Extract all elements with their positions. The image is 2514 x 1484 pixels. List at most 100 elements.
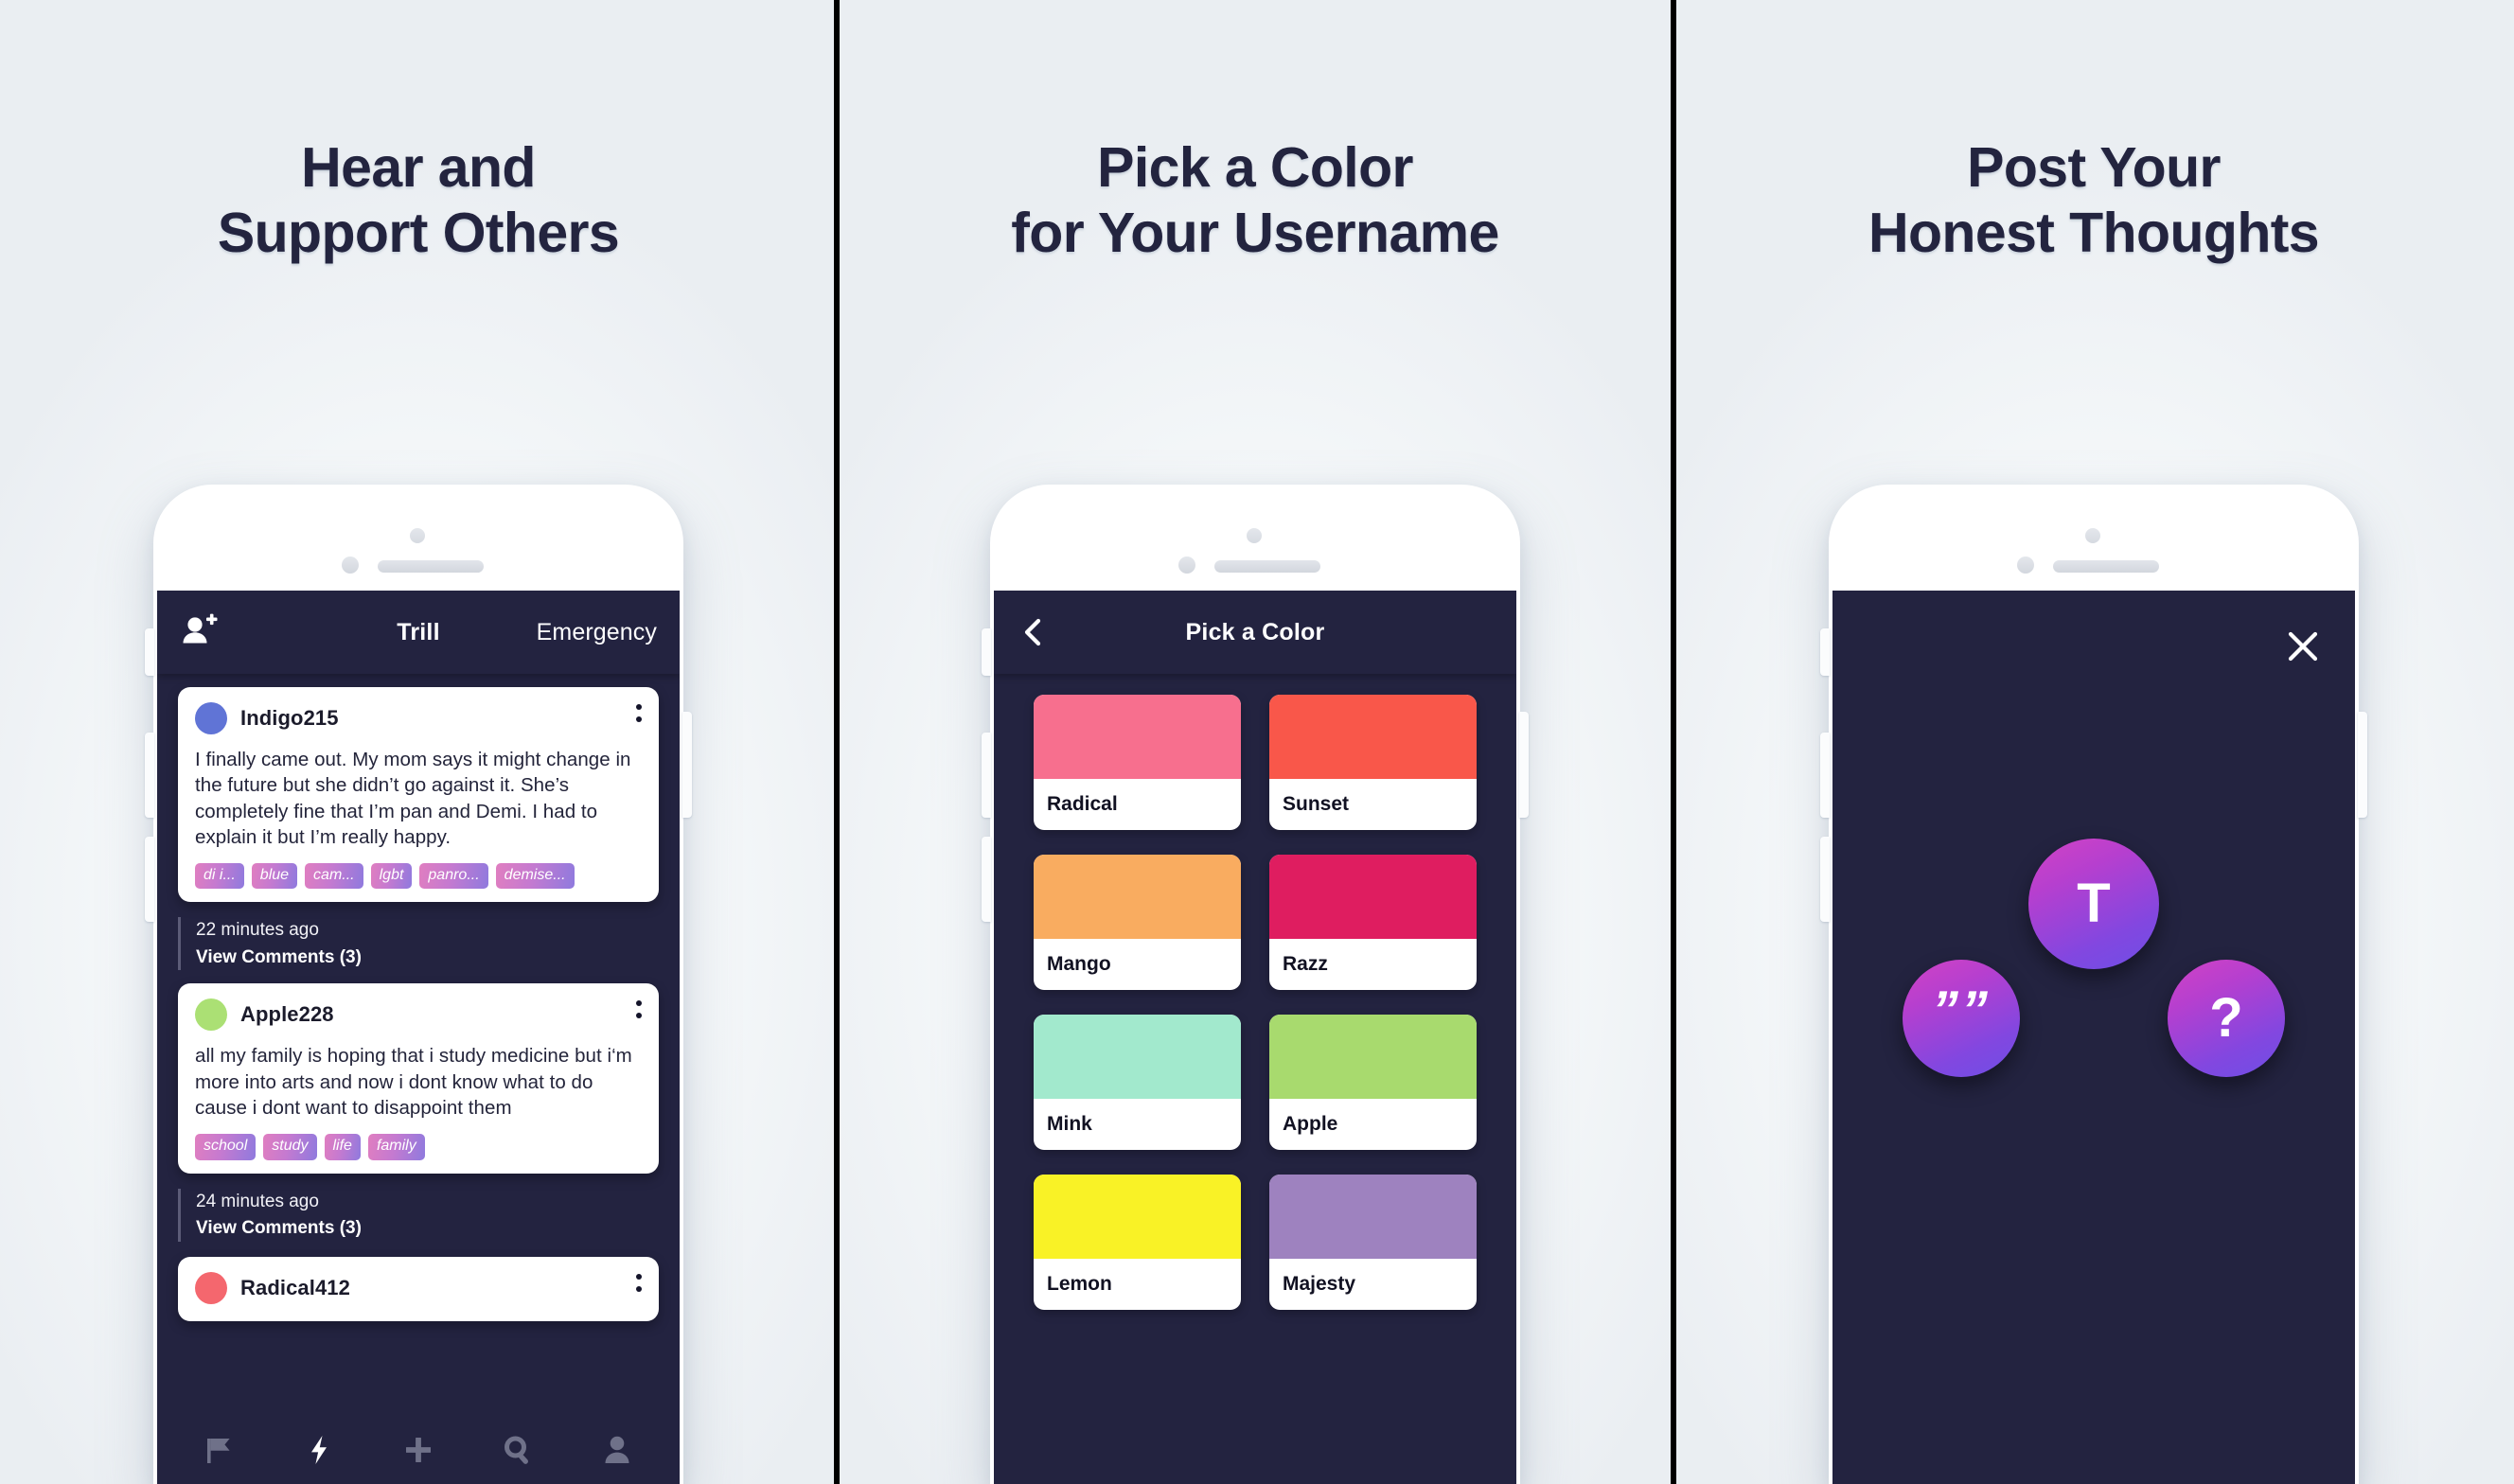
view-comments-link[interactable]: View Comments (3) (196, 945, 680, 971)
post-card[interactable]: Radical412 (178, 1256, 659, 1321)
panel-post-thoughts: Post Your Honest Thoughts T ”” ? (1673, 0, 2514, 1484)
volume-down-button[interactable] (145, 837, 154, 922)
post-username: Apple228 (240, 1002, 334, 1027)
person-add-icon[interactable] (180, 612, 220, 652)
quote-post-glyph: ”” (1932, 980, 1991, 1039)
text-post-button[interactable]: T (2028, 839, 2159, 969)
volume-up-button[interactable] (1820, 733, 1830, 818)
post-more-options-icon[interactable] (636, 1273, 642, 1292)
color-swatch[interactable]: Majesty (1269, 1175, 1477, 1310)
search-icon[interactable] (499, 1431, 537, 1469)
post-card[interactable]: Apple228 all my family is hoping that i … (178, 983, 659, 1174)
swatch-label: Apple (1283, 1113, 1338, 1135)
flag-icon[interactable] (201, 1431, 239, 1469)
promo-panels: Hear and Support Others Trill Emergency … (0, 0, 2514, 1484)
quote-post-button[interactable]: ”” (1903, 960, 2020, 1077)
post-tag[interactable]: school (195, 1134, 257, 1160)
avatar (195, 702, 227, 734)
color-picker-header: Pick a Color (994, 591, 1516, 674)
post-timestamp: 22 minutes ago (196, 920, 319, 941)
view-comments-link[interactable]: View Comments (3) (196, 1215, 680, 1242)
earpiece-speaker (2053, 560, 2159, 573)
color-swatch[interactable]: Razz (1269, 855, 1477, 990)
plus-icon[interactable] (399, 1431, 437, 1469)
post-username: Indigo215 (240, 706, 339, 730)
volume-up-button[interactable] (982, 733, 991, 818)
color-swatch[interactable]: Lemon (1034, 1175, 1241, 1310)
silent-switch-button[interactable] (1820, 628, 1830, 676)
panel-divider (834, 0, 840, 1484)
emergency-button[interactable]: Emergency (537, 619, 657, 646)
post-more-options-icon[interactable] (636, 1000, 642, 1019)
proximity-sensor-icon (2017, 556, 2034, 574)
phone-mockup-3: T ”” ? (1820, 485, 2367, 1484)
color-picker-title: Pick a Color (1185, 618, 1325, 645)
post-tags: school study life family (195, 1134, 642, 1160)
power-button[interactable] (1519, 712, 1529, 818)
post-card[interactable]: Indigo215 I finally came out. My mom say… (178, 687, 659, 903)
panel-heading-2: Pick a Color for Your Username (1011, 136, 1499, 265)
post-tag[interactable]: study (263, 1134, 317, 1160)
color-swatch-grid: Radical Sunset Mango Razz Mink Apple Lem… (994, 674, 1516, 1310)
phone-screen-compose: T ”” ? (1832, 591, 2355, 1484)
power-button[interactable] (682, 712, 692, 818)
power-button[interactable] (2358, 712, 2367, 818)
color-swatch[interactable]: Mango (1034, 855, 1241, 990)
proximity-sensor-icon (1178, 556, 1195, 574)
swatch-label: Mango (1047, 953, 1111, 975)
post-tag[interactable]: cam... (305, 863, 363, 890)
post-tag[interactable]: demise... (495, 863, 575, 890)
silent-switch-button[interactable] (982, 628, 991, 676)
bottom-tab-bar (157, 1412, 680, 1484)
phone-mockup-1: Trill Emergency Indigo215 I finally came… (145, 485, 692, 1484)
post-tag[interactable]: lgbt (370, 863, 413, 890)
proximity-sensor-icon (342, 556, 359, 574)
post-tag[interactable]: life (324, 1134, 361, 1160)
post-tag[interactable]: family (367, 1134, 425, 1160)
volume-up-button[interactable] (145, 733, 154, 818)
avatar (195, 1271, 227, 1304)
compose-overlay: T ”” ? (1832, 591, 2355, 1484)
swatch-label: Razz (1283, 953, 1328, 975)
post-header: Apple228 (195, 998, 642, 1032)
swatch-color-block (1269, 1015, 1477, 1099)
front-camera-icon (410, 528, 425, 543)
post-tag[interactable]: di i... (195, 863, 244, 890)
swatch-color-block (1034, 1175, 1241, 1259)
compose-options: T ”” ? (1832, 591, 2355, 1484)
post-meta: 24 minutes ago View Comments (3) (178, 1188, 680, 1242)
post-feed[interactable]: Indigo215 I finally came out. My mom say… (157, 687, 680, 1321)
color-swatch[interactable]: Mink (1034, 1015, 1241, 1150)
post-timestamp: 24 minutes ago (196, 1191, 319, 1211)
text-post-glyph: T (2077, 873, 2111, 934)
swatch-color-block (1269, 855, 1477, 939)
post-meta: 22 minutes ago View Comments (3) (178, 917, 680, 971)
swatch-label: Sunset (1283, 793, 1350, 815)
post-tag[interactable]: blue (251, 863, 298, 890)
silent-switch-button[interactable] (145, 628, 154, 676)
color-swatch[interactable]: Sunset (1269, 695, 1477, 830)
swatch-color-block (1269, 695, 1477, 779)
color-swatch[interactable]: Apple (1269, 1015, 1477, 1150)
volume-down-button[interactable] (982, 837, 991, 922)
panel-heading-1: Hear and Support Others (217, 136, 620, 265)
question-post-button[interactable]: ? (2168, 960, 2285, 1077)
color-swatch[interactable]: Radical (1034, 695, 1241, 830)
swatch-label: Mink (1047, 1113, 1092, 1135)
phone-top-bezel (1829, 485, 2359, 591)
app-header: Trill Emergency (157, 591, 680, 674)
phone-screen-feed: Trill Emergency Indigo215 I finally came… (157, 591, 680, 1484)
post-username: Radical412 (240, 1275, 350, 1299)
swatch-color-block (1034, 855, 1241, 939)
swatch-color-block (1269, 1175, 1477, 1259)
post-more-options-icon[interactable] (636, 704, 642, 722)
person-icon[interactable] (598, 1431, 636, 1469)
lightning-bolt-icon[interactable] (300, 1431, 338, 1469)
volume-down-button[interactable] (1820, 837, 1830, 922)
post-tag[interactable]: panro... (419, 863, 488, 890)
earpiece-speaker (1214, 560, 1320, 573)
post-body: all my family is hoping that i study med… (195, 1045, 632, 1119)
panel-hear-and-support: Hear and Support Others Trill Emergency … (0, 0, 837, 1484)
phone-mockup-2: Pick a Color Radical Sunset Mango Razz M… (982, 485, 1529, 1484)
post-header: Radical412 (195, 1271, 642, 1304)
